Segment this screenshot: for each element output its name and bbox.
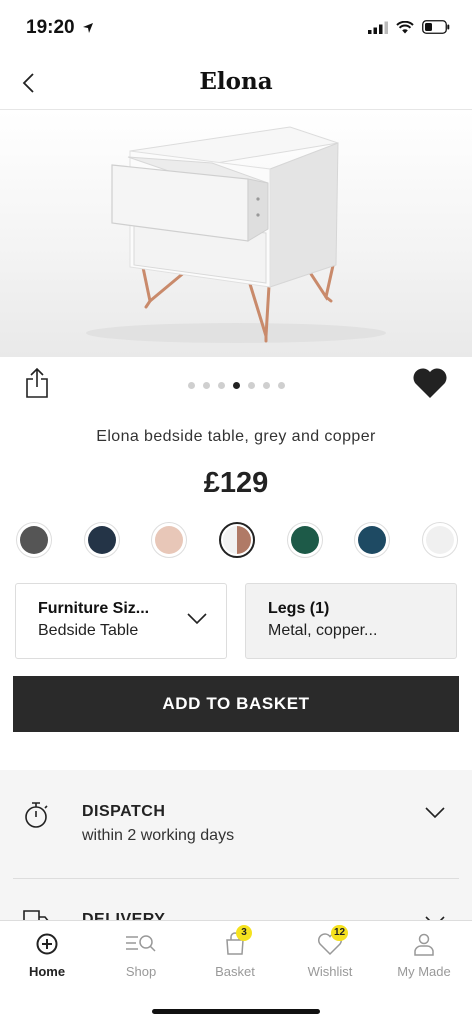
tab-label: My Made xyxy=(397,964,451,979)
basket-count-badge: 3 xyxy=(236,925,252,941)
image-pagination[interactable] xyxy=(0,382,472,389)
swatch-fill xyxy=(290,526,319,554)
product-name: Elona bedside table, grey and copper xyxy=(96,428,376,445)
furniture-size-select[interactable]: Furniture Siz... Bedside Table xyxy=(15,583,227,659)
dispatch-subtitle: within 2 working days xyxy=(82,827,235,844)
page-title: Elona xyxy=(199,68,273,95)
color-swatches xyxy=(16,522,458,558)
tab-basket[interactable]: 3 Basket xyxy=(188,925,282,987)
heart-icon: 12 xyxy=(317,925,349,957)
wifi-icon xyxy=(396,20,414,33)
delivery-truck-icon xyxy=(23,910,49,920)
dispatch-title: DISPATCH xyxy=(82,803,166,820)
heart-filled-icon xyxy=(413,368,447,398)
swatch-green[interactable] xyxy=(286,522,323,558)
swatch-fill xyxy=(155,526,184,554)
swatch-fill xyxy=(358,526,387,554)
swatch-charcoal[interactable] xyxy=(16,522,52,558)
tab-my-made[interactable]: My Made xyxy=(377,931,471,987)
tab-label: Shop xyxy=(125,964,157,979)
swatch-teal[interactable] xyxy=(354,522,391,558)
swatch-blush[interactable] xyxy=(151,522,188,558)
wishlist-count-badge: 12 xyxy=(331,925,349,941)
info-panel: DISPATCH within 2 working days DELIVERY xyxy=(0,770,472,920)
swatch-grey-copper-selected[interactable] xyxy=(218,522,255,558)
status-bar: 19:20 xyxy=(0,0,472,56)
stopwatch-icon xyxy=(25,802,48,828)
home-indicator xyxy=(152,1009,320,1014)
swatch-fill xyxy=(87,526,116,554)
wishlist-button[interactable] xyxy=(412,367,448,401)
tab-label: Wishlist xyxy=(307,964,353,979)
page-dot[interactable] xyxy=(217,382,225,389)
dispatch-row[interactable]: DISPATCH within 2 working days xyxy=(0,770,472,878)
furniture-size-label: Furniture Siz... xyxy=(38,600,150,617)
bottom-tab-bar: Home Shop 3 Basket 12 Wishlist My Made xyxy=(0,920,472,1024)
shop-search-icon xyxy=(124,931,158,957)
product-price: £129 xyxy=(203,467,269,499)
swatch-white[interactable] xyxy=(421,522,458,558)
delivery-row[interactable]: DELIVERY xyxy=(0,879,472,920)
battery-icon xyxy=(422,20,450,34)
location-arrow-icon xyxy=(82,22,93,33)
legs-value: Metal, copper... xyxy=(268,622,378,639)
page-dot-active[interactable] xyxy=(232,382,240,389)
chevron-down-icon xyxy=(187,613,207,625)
swatch-navy[interactable] xyxy=(83,522,120,558)
status-icons xyxy=(368,20,450,34)
swatch-fill xyxy=(20,526,48,554)
gallery-controls xyxy=(0,357,472,417)
legs-label: Legs (1) xyxy=(268,600,330,617)
status-time-label: 19:20 xyxy=(26,17,75,38)
product-image[interactable] xyxy=(0,111,472,357)
tab-label: Basket xyxy=(215,964,255,979)
status-time: 19:20 xyxy=(26,17,94,39)
page-dot[interactable] xyxy=(247,382,255,389)
add-to-basket-button[interactable]: ADD TO BASKET xyxy=(13,676,459,732)
furniture-size-value: Bedside Table xyxy=(38,622,139,639)
tab-wishlist[interactable]: 12 Wishlist xyxy=(283,925,377,987)
bedside-table-illustration xyxy=(86,126,386,343)
page-dot[interactable] xyxy=(262,382,270,389)
page-dot[interactable] xyxy=(187,382,195,389)
page-dot[interactable] xyxy=(277,382,285,389)
signal-icon xyxy=(368,21,388,34)
swatch-fill xyxy=(425,526,454,554)
tab-label: Home xyxy=(28,964,66,979)
tab-shop[interactable]: Shop xyxy=(94,931,188,987)
swatch-fill xyxy=(222,526,251,554)
tab-home[interactable]: Home xyxy=(0,931,94,987)
basket-icon: 3 xyxy=(222,925,252,957)
nav-bar: Elona xyxy=(0,56,472,110)
chevron-down-icon xyxy=(425,807,445,819)
legs-select[interactable]: Legs (1) Metal, copper... xyxy=(245,583,457,659)
page-dot[interactable] xyxy=(202,382,210,389)
home-plus-icon xyxy=(34,931,60,957)
user-icon xyxy=(411,931,437,957)
delivery-title: DELIVERY xyxy=(82,911,166,920)
